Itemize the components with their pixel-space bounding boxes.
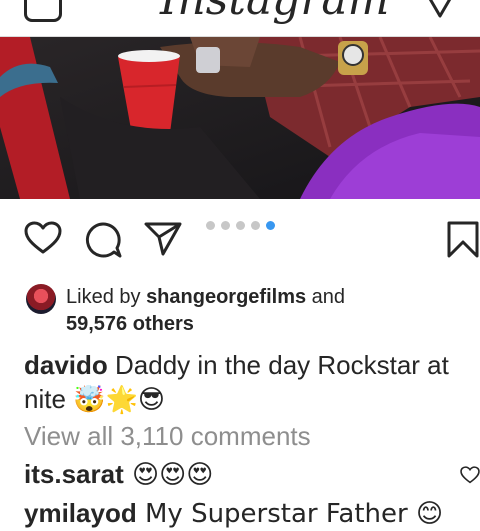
camera-icon[interactable] (24, 0, 62, 22)
carousel-indicator (206, 221, 275, 230)
comment-row: its.sarat 😍😍😍 (24, 457, 213, 492)
likes-count[interactable]: 59,576 others (66, 313, 194, 335)
post-caption: davido Daddy in the day Rockstar at nite… (24, 348, 464, 417)
carousel-dot-active (266, 221, 275, 230)
avatar[interactable] (26, 284, 56, 314)
comment-icon[interactable] (84, 221, 122, 259)
heart-icon[interactable] (24, 221, 62, 255)
comment-text: 😍😍😍 (123, 460, 214, 490)
instagram-logo[interactable]: Instagram (160, 0, 389, 25)
carousel-dot (206, 221, 215, 230)
post-action-bar (0, 215, 480, 267)
comment-text: My Superstar Father 😊 (136, 499, 444, 529)
post-photo[interactable] (0, 37, 480, 199)
bookmark-icon[interactable] (446, 221, 480, 259)
likes-text: Liked by shangeorgefilms and 59,576 othe… (66, 284, 345, 338)
comment-username[interactable]: its.sarat (24, 459, 124, 489)
direct-message-icon[interactable] (424, 0, 456, 20)
carousel-dot (221, 221, 230, 230)
likes-conj: and (306, 286, 346, 308)
comment-like-heart-icon[interactable] (460, 466, 480, 484)
carousel-dot (251, 221, 260, 230)
comment-username[interactable]: ymilayod (24, 498, 137, 528)
top-bar: Instagram (0, 0, 480, 37)
caption-emojis: 🤯🌟😎 (73, 385, 166, 415)
liker-username[interactable]: shangeorgefilms (146, 286, 306, 308)
comment-row: ymilayod My Superstar Father 😊 (24, 496, 443, 531)
post-photo-image (0, 37, 480, 199)
share-icon[interactable] (144, 221, 182, 257)
likes-prefix: Liked by (66, 286, 147, 308)
caption-username[interactable]: davido (24, 350, 108, 380)
carousel-dot (236, 221, 245, 230)
view-all-comments-link[interactable]: View all 3,110 comments (24, 421, 311, 452)
